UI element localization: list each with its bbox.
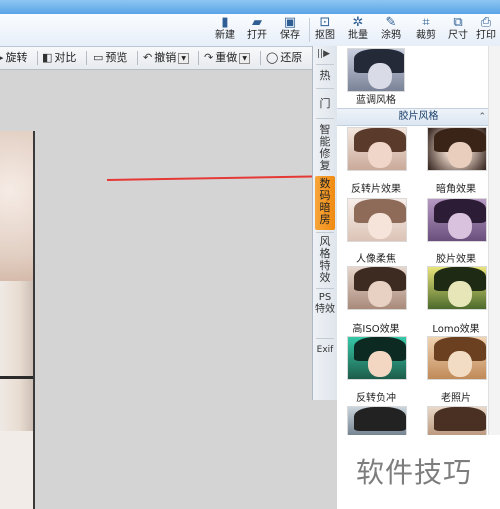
effect-thumbnail[interactable] <box>347 406 407 438</box>
effect-label: 反转负冲 <box>356 393 396 404</box>
effect-label: 蓝调风格 <box>356 95 396 106</box>
crop-icon: ⌗ <box>422 15 430 30</box>
compare-button[interactable]: ◧ 对比 <box>42 50 76 66</box>
category-tab-strip: ||▶ 热 门 智能修复 数码暗房 风格特效 PS特效 Exif <box>312 46 338 400</box>
print-button[interactable]: ⎙ 打印 <box>472 16 500 44</box>
print-label: 打印 <box>476 30 496 41</box>
new-file-icon: ▮ <box>221 15 229 30</box>
crop-button[interactable]: ⌗ 裁剪 <box>409 16 443 44</box>
restore-button[interactable]: ◯ 还原 <box>266 50 302 66</box>
effect-thumbnail-film[interactable] <box>427 198 487 242</box>
effect-thumbnail-reversal[interactable] <box>347 127 407 171</box>
effect-label: 高ISO效果 <box>352 324 400 335</box>
save-icon: ▣ <box>283 15 297 30</box>
open-label: 打开 <box>247 30 267 41</box>
window-title-bar <box>0 0 500 14</box>
edit-toolbar: ▸ 旋转 ◧ 对比 ▭ 预览 ↶ 撤销 ▼ ↷ 重做 ▼ ◯ 还原 <box>0 47 312 70</box>
cutout-button[interactable]: ⊡ 抠图 <box>308 16 342 44</box>
edit-divider <box>260 51 261 65</box>
new-button[interactable]: ▮ 新建 <box>208 16 242 44</box>
edit-divider <box>86 51 87 65</box>
film-style-section-header[interactable]: 胶片风格 ⌃ <box>337 108 500 126</box>
rotate-button[interactable]: ▸ 旋转 <box>0 50 28 66</box>
undo-button[interactable]: ↶ 撤销 ▼ <box>143 50 190 66</box>
tab-door[interactable]: 门 <box>315 98 335 110</box>
batch-gear-icon: ✲ <box>352 15 364 30</box>
cutout-icon: ⊡ <box>319 15 331 30</box>
batch-label: 批量 <box>348 30 368 41</box>
resize-icon: ⧉ <box>453 15 463 30</box>
tab-digital-darkroom[interactable]: 数码暗房 <box>315 176 335 230</box>
save-button[interactable]: ▣ 保存 <box>273 16 307 44</box>
effect-thumbnail[interactable] <box>347 48 405 92</box>
new-label: 新建 <box>215 30 235 41</box>
effect-thumbnail-old-photo[interactable] <box>427 336 487 380</box>
effect-label: 老照片 <box>441 393 471 404</box>
tab-hot[interactable]: 热 <box>315 70 335 82</box>
rotate-label: 旋转 <box>5 51 28 64</box>
compare-icon: ◧ <box>42 51 53 64</box>
redo-dropdown-icon[interactable]: ▼ <box>239 52 251 64</box>
effect-thumbnail-lomo[interactable] <box>427 266 487 310</box>
effect-label: 人像柔焦 <box>356 254 396 265</box>
crop-label: 裁剪 <box>416 30 436 41</box>
tab-smart-retouch[interactable]: 智能修复 <box>315 124 335 172</box>
save-label: 保存 <box>280 30 300 41</box>
tab-style-effects[interactable]: 风格特效 <box>315 236 335 284</box>
open-button[interactable]: ▰ 打开 <box>240 16 274 44</box>
restore-label: 还原 <box>280 51 303 64</box>
effect-thumbnail-high-iso[interactable] <box>347 266 407 310</box>
effect-label: 反转片效果 <box>351 184 401 195</box>
preview-button[interactable]: ▭ 预览 <box>93 50 127 66</box>
doodle-button[interactable]: ✎ 涂鸦 <box>374 16 408 44</box>
edit-divider <box>137 51 138 65</box>
compare-label: 对比 <box>54 51 77 64</box>
effect-label: 暗角效果 <box>436 184 476 195</box>
image-canvas[interactable] <box>0 70 312 509</box>
doodle-label: 涂鸦 <box>381 30 401 41</box>
edit-divider <box>37 51 38 65</box>
effect-thumbnail-cross-process[interactable] <box>347 336 407 380</box>
undo-icon: ↶ <box>143 51 153 64</box>
main-toolbar: ▮ 新建 ▰ 打开 ▣ 保存 ⊡ 抠图 ✲ 批量 ✎ 涂鸦 ⌗ 裁剪 ⧉ 尺寸 … <box>0 14 500 47</box>
redo-icon: ↷ <box>204 51 214 64</box>
collapse-panel-icon[interactable]: ||▶ <box>317 49 330 59</box>
batch-button[interactable]: ✲ 批量 <box>341 16 375 44</box>
tab-exif[interactable]: Exif <box>315 344 335 392</box>
cutout-label: 抠图 <box>315 30 335 41</box>
print-icon: ⎙ <box>480 15 492 30</box>
restore-circle-icon: ◯ <box>266 51 279 64</box>
effect-thumbnail[interactable] <box>427 406 487 438</box>
section-title: 胶片风格 <box>398 111 439 122</box>
redo-label: 重做 <box>215 51 238 64</box>
effect-thumbnail-vignette[interactable] <box>427 127 487 171</box>
collapse-chevron-icon[interactable]: ⌃ <box>478 109 486 125</box>
preview-label: 预览 <box>105 51 128 64</box>
effect-label: Lomo效果 <box>432 324 480 335</box>
watermark-text: 软件技巧 <box>356 456 473 489</box>
tab-ps-effects[interactable]: PS特效 <box>315 292 335 332</box>
redo-button[interactable]: ↷ 重做 ▼ <box>204 50 251 66</box>
preview-icon: ▭ <box>93 51 104 64</box>
resize-button[interactable]: ⧉ 尺寸 <box>441 16 475 44</box>
doodle-icon: ✎ <box>385 15 397 30</box>
effect-label: 胶片效果 <box>436 254 476 265</box>
edit-divider <box>198 51 199 65</box>
folder-open-icon: ▰ <box>252 15 262 30</box>
effect-thumbnail-soft-focus[interactable] <box>347 198 407 242</box>
resize-label: 尺寸 <box>448 30 468 41</box>
rotate-icon: ▸ <box>0 51 4 64</box>
edited-photo <box>0 131 35 509</box>
undo-dropdown-icon[interactable]: ▼ <box>178 52 190 64</box>
undo-label: 撤销 <box>154 51 177 64</box>
